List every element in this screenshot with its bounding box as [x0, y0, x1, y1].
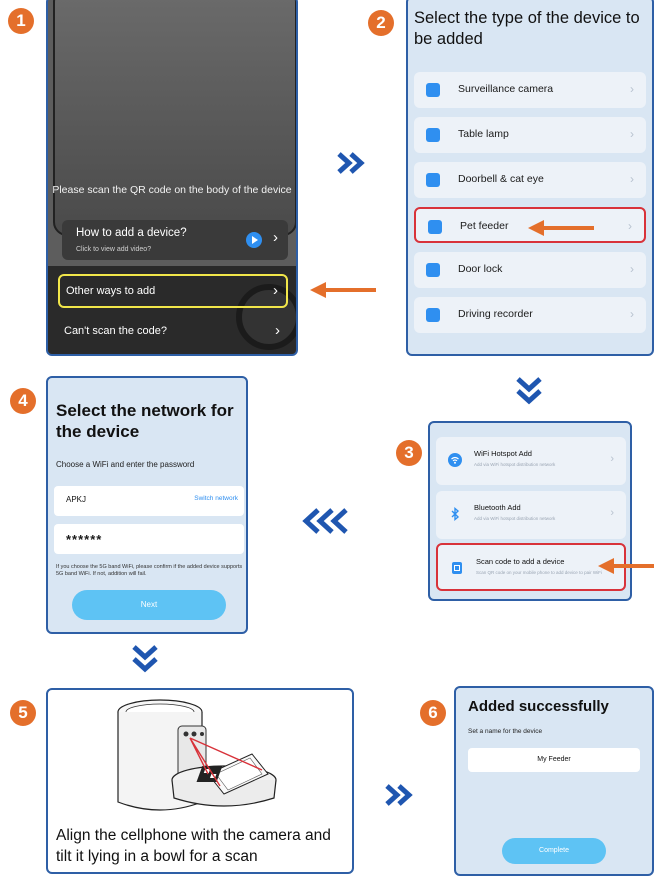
- howto-title: How to add a device?: [76, 227, 187, 239]
- option-title: WiFi Hotspot Add: [474, 449, 532, 458]
- chevron-double-right-icon: [337, 152, 365, 174]
- device-type-item[interactable]: Table lamp ›: [414, 117, 646, 153]
- scan-code-icon: [452, 562, 462, 574]
- device-type-label: Table lamp: [458, 128, 509, 140]
- pointer-arrow-icon: [528, 220, 594, 236]
- option-subtitle: Add via WiFi hotspot distribution networ…: [474, 462, 556, 467]
- feeder-illustration: [117, 699, 277, 811]
- password-field[interactable]: ******: [54, 524, 244, 554]
- option-subtitle: Add via WiFi hotspot distribution networ…: [474, 516, 556, 521]
- device-type-item[interactable]: Door lock ›: [414, 252, 646, 288]
- option-title: Bluetooth Add: [474, 503, 521, 512]
- chevron-right-icon: ›: [630, 262, 634, 276]
- password-value: ******: [66, 532, 103, 547]
- other-ways-button[interactable]: Other ways to add ›: [58, 274, 288, 308]
- page-subtitle: Choose a WiFi and enter the password: [56, 460, 195, 469]
- chevron-right-icon: ›: [630, 307, 634, 321]
- page-title: Select the type of the device to be adde…: [414, 9, 640, 48]
- chevron-right-icon: ›: [275, 322, 280, 339]
- feeder-icon: [428, 220, 442, 234]
- howto-card[interactable]: How to add a device? Click to view add v…: [62, 220, 288, 260]
- car-icon: [426, 308, 440, 322]
- chevron-right-icon: ›: [610, 507, 614, 519]
- next-button[interactable]: Next: [72, 590, 226, 620]
- chevron-right-icon: ›: [630, 127, 634, 141]
- page-title: Select the network for the device: [56, 401, 234, 441]
- chevron-triple-left-icon: [302, 508, 348, 534]
- device-type-label: Door lock: [458, 263, 503, 275]
- option-subtitle: Scan QR code on your mobile phone to add…: [476, 570, 602, 575]
- lock-icon: [426, 263, 440, 277]
- step-number-6: 6: [420, 700, 446, 726]
- complete-button[interactable]: Complete: [502, 838, 606, 864]
- option-title: Scan code to add a device: [476, 557, 565, 566]
- chevron-right-icon: ›: [630, 172, 634, 186]
- band-warning-note: If you choose the 5G band WiFi, please c…: [56, 564, 243, 577]
- chevron-right-icon: ›: [273, 282, 278, 299]
- pointer-arrow-icon: [598, 558, 654, 574]
- other-ways-label: Other ways to add: [66, 285, 156, 297]
- wifi-hotspot-option[interactable]: WiFi Hotspot Add Add via WiFi hotspot di…: [436, 437, 626, 485]
- step-number-2: 2: [368, 10, 394, 36]
- chevron-double-right-icon: [385, 784, 413, 806]
- chevron-double-down-icon: [516, 377, 542, 405]
- wifi-icon: [448, 453, 462, 467]
- illustration-caption: Align the cellphone with the camera and …: [56, 827, 331, 865]
- pointer-arrow-icon: [310, 282, 376, 298]
- device-type-screen: Select the type of the device to be adde…: [406, 0, 654, 356]
- step-number-4: 4: [10, 388, 36, 414]
- device-type-label: Doorbell & cat eye: [458, 173, 544, 185]
- device-type-label: Driving recorder: [458, 308, 533, 320]
- bluetooth-icon: [451, 507, 460, 521]
- play-icon[interactable]: [246, 232, 262, 248]
- network-screen: Select the network for the device Choose…: [46, 376, 248, 634]
- device-type-label: Pet feeder: [460, 220, 509, 232]
- wifi-name-value: APKJ: [66, 495, 87, 504]
- howto-subtitle: Click to view add video?: [76, 246, 152, 253]
- camera-icon: [426, 83, 440, 97]
- camera-viewfinder: [53, 0, 296, 236]
- page-subtitle: Set a name for the device: [468, 728, 543, 735]
- chevron-right-icon: ›: [610, 453, 614, 465]
- chevron-right-icon: ›: [628, 219, 632, 233]
- chevron-double-down-icon: [132, 645, 158, 673]
- page-title: Added successfully: [468, 698, 609, 715]
- device-type-item[interactable]: Driving recorder ›: [414, 297, 646, 333]
- doorbell-icon: [426, 173, 440, 187]
- cant-scan-label: Can't scan the code?: [64, 325, 168, 337]
- step-number-1: 1: [8, 8, 34, 34]
- device-type-label: Surveillance camera: [458, 83, 554, 95]
- switch-network-link[interactable]: Switch network: [194, 495, 238, 502]
- chevron-right-icon: ›: [630, 82, 634, 96]
- device-type-item[interactable]: Surveillance camera ›: [414, 72, 646, 108]
- cant-scan-button[interactable]: Can't scan the code? ›: [58, 316, 288, 346]
- step-number-5: 5: [10, 700, 36, 726]
- success-screen: Added successfully Set a name for the de…: [454, 686, 654, 876]
- step-number-3: 3: [396, 440, 422, 466]
- chevron-right-icon: ›: [273, 229, 278, 246]
- scan-instruction: Please scan the QR code on the body of t…: [52, 184, 292, 196]
- device-type-item[interactable]: Doorbell & cat eye ›: [414, 162, 646, 198]
- lamp-icon: [426, 128, 440, 142]
- wifi-name-field[interactable]: APKJ Switch network: [54, 486, 244, 516]
- device-name-field[interactable]: My Feeder: [468, 748, 640, 772]
- bluetooth-option[interactable]: Bluetooth Add Add via WiFi hotspot distr…: [436, 491, 626, 539]
- scan-screen: Please scan the QR code on the body of t…: [46, 0, 298, 356]
- scan-illustration-panel: Align the cellphone with the camera and …: [46, 688, 354, 874]
